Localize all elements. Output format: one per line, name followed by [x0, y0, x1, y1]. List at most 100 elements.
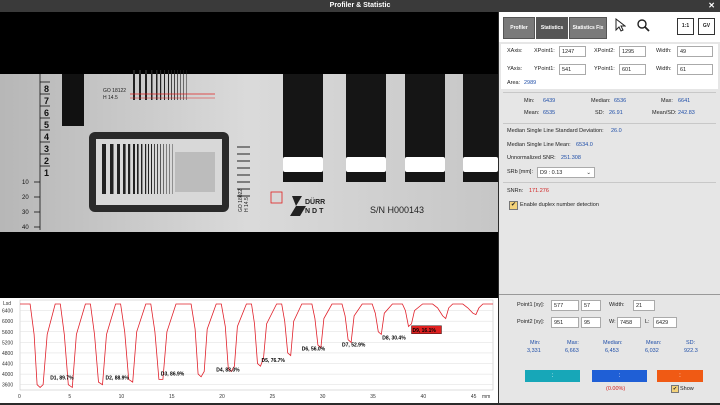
point1-x-input[interactable]: 577: [551, 300, 579, 311]
annotation-label: D2, 88.9%: [106, 375, 130, 381]
y-tick-label: 4000: [2, 372, 13, 378]
ruler-label: 3: [44, 144, 49, 154]
image-viewer[interactable]: 8 7 6 5 4 3 2 1 10 20 30 40 GO 18122 H 1…: [0, 12, 498, 298]
profile-median-label: Median:: [603, 340, 623, 346]
duplex-checkbox[interactable]: ✔: [509, 201, 518, 210]
x-tick-label: 25: [270, 394, 276, 400]
y-tick-label: 5600: [2, 330, 13, 336]
x-tick-label: 45: [471, 394, 477, 400]
ypoint1-label: YPoint1:: [534, 66, 555, 72]
ruler-label: 2: [44, 156, 49, 166]
ruler-label: 5: [44, 120, 49, 130]
unnormalized-snr-value: 251.308: [561, 155, 581, 161]
show-checkbox[interactable]: ✔: [671, 385, 679, 393]
sd-value: 26.91: [609, 110, 623, 116]
annotation-label: D7, 52.9%: [342, 342, 366, 348]
ruler-label: 1: [44, 168, 49, 178]
profile-max-label: Max:: [567, 340, 579, 346]
width-x-input[interactable]: 49: [677, 46, 713, 57]
profile-width-label: Width:: [609, 302, 625, 308]
annotation-label: D8, 30.4%: [382, 336, 406, 342]
y-tick-label: 6000: [2, 319, 13, 325]
close-icon[interactable]: ✕: [708, 0, 715, 12]
chevron-down-icon: ⌄: [586, 168, 591, 179]
snrn-label: SNRn:: [507, 188, 523, 194]
annotation-label: D6, 56.0%: [302, 346, 326, 352]
meansd-label: Mean/SD:: [652, 110, 676, 116]
profile-mean-label: Mean:: [646, 340, 661, 346]
annotation-label: D4, 83.3%: [216, 367, 240, 373]
profile-median-value: 6,453: [605, 348, 619, 354]
xpoint2-input[interactable]: 1295: [619, 46, 646, 57]
x-tick-label: 40: [421, 394, 427, 400]
l-input[interactable]: 6429: [653, 317, 677, 328]
min-label: Min:: [524, 98, 534, 104]
tab-profiler[interactable]: Profiler: [503, 17, 535, 39]
point2-y-input[interactable]: 95: [581, 317, 601, 328]
profile-max-value: 6,663: [565, 348, 579, 354]
y-tick-label: 3600: [2, 383, 13, 389]
gv-button[interactable]: GV: [698, 18, 715, 35]
magnifier-icon[interactable]: [635, 18, 651, 34]
tab-statistics-fix[interactable]: Statistics Fix: [569, 17, 607, 39]
y-tick-label: 4400: [2, 362, 13, 368]
annotation-label: D5, 76.7%: [262, 358, 286, 364]
yaxis-label: YAxis:: [507, 66, 522, 72]
show-label: Show: [680, 386, 694, 392]
y-tick-label: 6400: [2, 309, 13, 315]
snrn-value: 171.276: [529, 188, 549, 194]
ruler-label: 8: [44, 84, 49, 94]
point1-y-input[interactable]: 57: [581, 300, 601, 311]
one-to-one-button[interactable]: 1:1: [677, 18, 694, 35]
y-tick-label: 4800: [2, 351, 13, 357]
profile-mean-value: 6,032: [645, 348, 659, 354]
toolbar: Profiler Statistics Statistics Fix 1:1 G…: [499, 12, 720, 42]
serial-number: S/N H000143: [370, 205, 424, 215]
ypoint1-input[interactable]: 541: [559, 64, 586, 75]
svg-text:DÜRR: DÜRR: [305, 197, 325, 206]
tab-statistics[interactable]: Statistics: [536, 17, 568, 39]
width-y-input[interactable]: 61: [677, 64, 713, 75]
xpoint1-label: XPoint1:: [534, 48, 555, 54]
x-tick-label: 20: [219, 394, 225, 400]
svg-text:40: 40: [22, 225, 29, 231]
area-label: Area:: [507, 80, 520, 86]
orange-series-button[interactable]: :: [657, 370, 703, 382]
msl-mean-value: 6534.0: [576, 142, 593, 148]
x-tick-label: 30: [320, 394, 326, 400]
meansd-value: 242.83: [678, 110, 695, 116]
profile-width-input[interactable]: 21: [633, 300, 655, 311]
x-tick-label: 10: [119, 394, 125, 400]
svg-text:20: 20: [22, 195, 29, 201]
w-input[interactable]: 7458: [617, 317, 641, 328]
divider: [499, 294, 720, 295]
xpoint1-input[interactable]: 1247: [559, 46, 586, 57]
msl-sd-value: 26.0: [611, 128, 622, 134]
pointer-icon[interactable]: [612, 18, 628, 34]
cyan-series-button[interactable]: :: [525, 370, 580, 382]
median-value: 6536: [614, 98, 626, 104]
svg-text:GO 18122: GO 18122: [103, 88, 126, 94]
xray-image: 8 7 6 5 4 3 2 1 10 20 30 40 GO 18122 H 1…: [0, 12, 498, 298]
srb-select[interactable]: D9 : 0.13 ⌄: [537, 167, 595, 178]
duplex-label: Enable duplex number detection: [520, 202, 599, 208]
area-value: 2989: [524, 80, 536, 86]
lead-block: [62, 74, 84, 126]
ypoint2-input[interactable]: 601: [619, 64, 646, 75]
svg-text:NDT: NDT: [305, 208, 325, 215]
ruler-label: 7: [44, 96, 49, 106]
y-axis-label: Lsd: [3, 301, 11, 307]
profile-min-label: Min:: [530, 340, 540, 346]
blue-series-button[interactable]: :: [592, 370, 647, 382]
srb-select-value: D9 : 0.13: [540, 170, 562, 176]
mean-label: Mean:: [524, 110, 539, 116]
point2-x-input[interactable]: 951: [551, 317, 579, 328]
max-value: 6641: [678, 98, 690, 104]
svg-text:H 14.5: H 14.5: [103, 95, 118, 101]
width-y-label: Width:: [656, 66, 672, 72]
ruler-label: 4: [44, 132, 49, 142]
msl-sd-label: Median Single Line Standard Deviation:: [507, 128, 604, 134]
annotation-label: D1, 89.7%: [50, 375, 74, 381]
width-x-label: Width:: [656, 48, 672, 54]
profile-chart[interactable]: 3600400044004800520056006000640005101520…: [0, 298, 498, 403]
